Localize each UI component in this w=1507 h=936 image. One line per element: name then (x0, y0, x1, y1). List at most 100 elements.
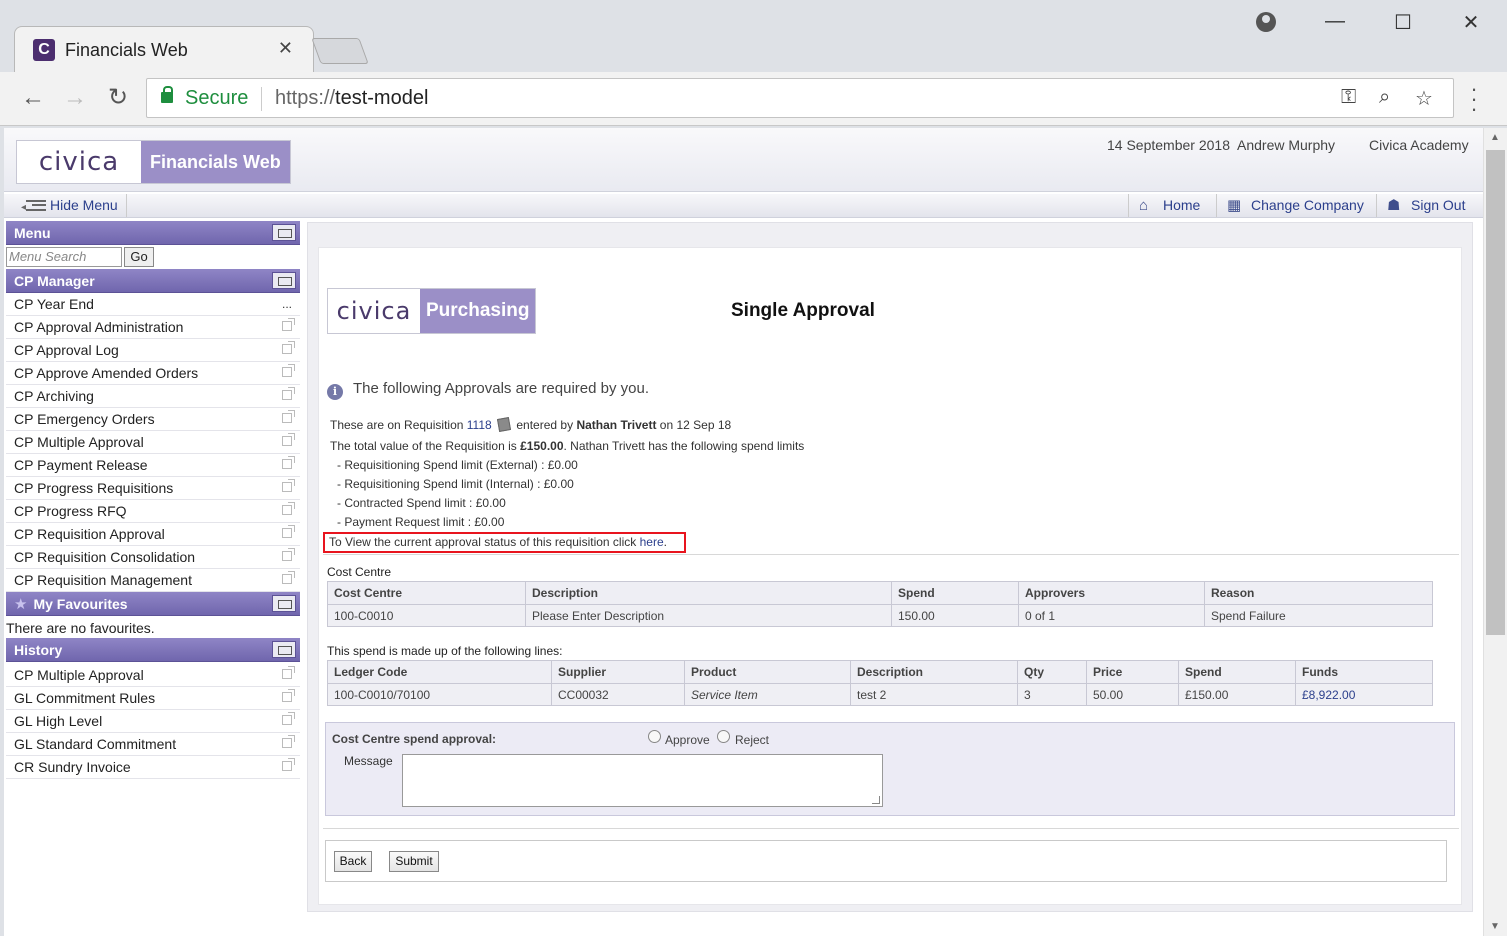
scroll-thumb[interactable] (1486, 150, 1505, 635)
address-bar[interactable]: Secure https://test-model ⚿ ⌕ ☆ (146, 78, 1454, 118)
sidebar-item-cp-payment-release[interactable]: CP Payment Release (6, 454, 300, 477)
sign-out-link[interactable]: ☗ Sign Out (1376, 194, 1472, 217)
message-label: Message (344, 754, 393, 768)
external-link-icon[interactable] (282, 548, 295, 561)
external-link-icon[interactable] (282, 758, 295, 771)
lines-table: Ledger Code Supplier Product Description… (327, 660, 1433, 706)
menu-panel-header: Menu (6, 221, 300, 245)
sidebar-item-cp-requisition-management[interactable]: CP Requisition Management (6, 569, 300, 592)
reload-icon[interactable]: ↻ (103, 84, 133, 112)
cost-centre-label: Cost Centre (327, 565, 392, 579)
external-link-icon[interactable] (282, 525, 295, 538)
external-link-icon[interactable] (282, 364, 295, 377)
history-item-cr-sundry-invoice[interactable]: CR Sundry Invoice (6, 756, 300, 779)
approval-status-here-link[interactable]: here (640, 535, 664, 549)
history-item-gl-standard-commitment[interactable]: GL Standard Commitment (6, 733, 300, 756)
submit-button[interactable]: Submit (389, 851, 439, 872)
more-icon[interactable]: ... (282, 293, 292, 315)
new-tab-button[interactable] (311, 38, 369, 64)
external-link-icon[interactable] (282, 689, 295, 702)
profile-icon[interactable] (1256, 12, 1276, 32)
app-header: civica Financials Web 14 September 2018 … (4, 128, 1483, 192)
hide-menu-icon (21, 196, 46, 219)
change-company-link[interactable]: ▦ Change Company (1216, 194, 1374, 217)
cost-centre-approval-panel: Cost Centre spend approval: Approve Reje… (325, 722, 1455, 816)
scroll-down-icon[interactable]: ▼ (1490, 921, 1500, 932)
spend-limit: - Payment Request limit : £0.00 (337, 515, 505, 529)
key-icon[interactable]: ⚿ (1341, 86, 1356, 109)
browser-tab[interactable]: C Financials Web ✕ (14, 26, 314, 72)
forward-arrow-icon[interactable]: → (60, 84, 90, 112)
approve-radio[interactable] (648, 730, 661, 743)
browser-menu-icon[interactable]: · · · (1464, 78, 1484, 120)
resize-grip-icon[interactable] (872, 796, 880, 804)
app-subbar: Hide Menu ⌂ Home ▦ Change Company ☗ Sign… (4, 194, 1483, 219)
external-link-icon[interactable] (282, 571, 295, 584)
close-window-icon[interactable]: ✕ (1456, 10, 1486, 35)
external-link-icon[interactable] (282, 479, 295, 492)
bookmark-star-icon[interactable]: ☆ (1415, 86, 1433, 111)
main-content-area: civica Purchasing Single Approval i The f… (307, 222, 1473, 912)
hide-menu-link[interactable]: Hide Menu (10, 194, 127, 219)
external-link-icon[interactable] (282, 387, 295, 400)
star-icon: ★ (14, 596, 28, 613)
browser-toolbar: ← → ↻ Secure https://test-model ⚿ ⌕ ☆ · ·… (0, 72, 1507, 126)
panel-toggle-icon[interactable] (272, 272, 296, 289)
back-arrow-icon[interactable]: ← (18, 84, 48, 112)
sidebar-item-cp-approval-log[interactable]: CP Approval Log (6, 339, 300, 362)
external-link-icon[interactable] (282, 433, 295, 446)
maximize-icon[interactable]: ☐ (1388, 10, 1418, 35)
sidebar-item-cp-multiple-approval[interactable]: CP Multiple Approval (6, 431, 300, 454)
sidebar-item-cp-requisition-approval[interactable]: CP Requisition Approval (6, 523, 300, 546)
sidebar-item-cp-emergency-orders[interactable]: CP Emergency Orders (6, 408, 300, 431)
zoom-icon[interactable]: ⌕ (1379, 86, 1390, 109)
panel-toggle-icon[interactable] (272, 641, 296, 658)
table-row: 100-C0010/70100 CC00032 Service Item tes… (327, 683, 1433, 706)
sidebar-item-cp-requisition-consolidation[interactable]: CP Requisition Consolidation (6, 546, 300, 569)
button-bar: Back Submit (325, 840, 1447, 882)
sidebar-item-cp-approval-administration[interactable]: CP Approval Administration (6, 316, 300, 339)
sidebar-item-cp-progress-requisitions[interactable]: CP Progress Requisitions (6, 477, 300, 500)
document-icon[interactable] (496, 417, 512, 432)
scroll-up-icon[interactable]: ▲ (1490, 132, 1500, 143)
external-link-icon[interactable] (282, 502, 295, 515)
table-row: 100-C0010 Please Enter Description 150.0… (327, 604, 1433, 627)
panel-toggle-icon[interactable] (272, 224, 296, 241)
secure-label: Secure (185, 87, 249, 109)
history-list: CP Multiple Approval GL Commitment Rules… (6, 664, 300, 779)
sidebar-item-cp-year-end[interactable]: CP Year End... (6, 293, 300, 316)
reject-radio[interactable] (717, 730, 730, 743)
financials-web-logo[interactable]: civica Financials Web (16, 140, 291, 184)
minimize-icon[interactable]: — (1320, 10, 1350, 33)
history-item-gl-high-level[interactable]: GL High Level (6, 710, 300, 733)
home-icon: ⌂ (1139, 197, 1149, 214)
panel-toggle-icon[interactable] (272, 595, 296, 612)
requisition-number-link[interactable]: 1118 (467, 418, 492, 432)
external-link-icon[interactable] (282, 410, 295, 423)
page-scrollbar[interactable]: ▲ ▼ (1483, 128, 1507, 936)
external-link-icon[interactable] (282, 341, 295, 354)
funds-link[interactable]: £8,922.00 (1302, 688, 1355, 702)
external-link-icon[interactable] (282, 666, 295, 679)
sidebar-item-cp-progress-rfq[interactable]: CP Progress RFQ (6, 500, 300, 523)
external-link-icon[interactable] (282, 456, 295, 469)
header-date: 14 September 2018 (1107, 137, 1230, 153)
url-text[interactable]: https://test-model (275, 87, 428, 110)
menu-search-input[interactable]: Menu Search (6, 247, 122, 267)
go-button[interactable]: Go (124, 247, 154, 267)
external-link-icon[interactable] (282, 712, 295, 725)
external-link-icon[interactable] (282, 735, 295, 748)
spend-limit: - Requisitioning Spend limit (Internal) … (337, 477, 574, 491)
browser-tabstrip: C Financials Web ✕ — ☐ ✕ (0, 0, 1507, 72)
sidebar-item-cp-approve-amended-orders[interactable]: CP Approve Amended Orders (6, 362, 300, 385)
sidebar-item-cp-archiving[interactable]: CP Archiving (6, 385, 300, 408)
history-item-cp-multiple-approval[interactable]: CP Multiple Approval (6, 664, 300, 687)
history-item-gl-commitment-rules[interactable]: GL Commitment Rules (6, 687, 300, 710)
external-link-icon[interactable] (282, 318, 295, 331)
requisition-line: These are on Requisition 1118 entered by… (330, 417, 732, 432)
home-link[interactable]: ⌂ Home (1128, 194, 1214, 217)
back-button[interactable]: Back (334, 851, 372, 872)
building-icon: ▦ (1227, 197, 1242, 214)
message-textarea[interactable] (402, 754, 883, 807)
tab-close-icon[interactable]: ✕ (278, 38, 293, 59)
